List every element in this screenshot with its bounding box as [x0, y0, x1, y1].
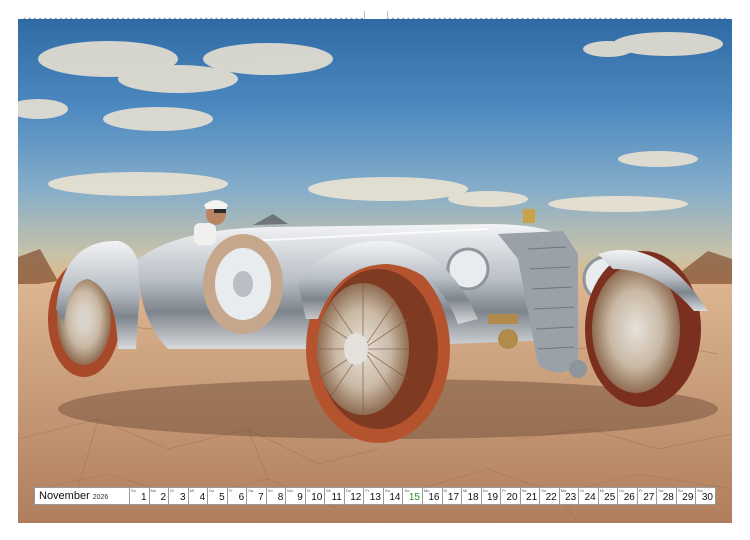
day-cell: Di 17 [442, 487, 463, 505]
day-cell: Fr 20 [501, 487, 521, 505]
day-weekday: So [267, 488, 273, 493]
day-number: 14 [389, 492, 401, 503]
day-number: 21 [526, 492, 538, 503]
day-cell: Mi 4 [188, 487, 209, 505]
day-cell: Mi 18 [462, 487, 482, 505]
day-cell: Di 10 [305, 487, 326, 505]
day-number: 20 [506, 492, 518, 503]
day-number: 26 [623, 492, 635, 503]
day-cell: Sa 21 [520, 487, 541, 505]
day-cell: So 1 [130, 487, 150, 505]
day-number: 2 [160, 492, 167, 503]
day-number: 16 [428, 492, 440, 503]
day-cell: Sa 28 [657, 487, 677, 505]
month-name: November [39, 490, 90, 502]
calendar-page: November 2026 So 1 Mo 2 Di 3 Mi 4 Do 5 Fr 6 Sa 7 So 8 Mo… [0, 0, 750, 540]
day-number: 29 [682, 492, 694, 503]
day-number: 23 [565, 492, 577, 503]
day-cell: Fr 13 [364, 487, 384, 505]
calendar-photo [18, 19, 732, 523]
day-weekday: Di [306, 488, 311, 493]
day-cell: So 15 [403, 487, 423, 505]
day-number: 6 [238, 492, 245, 503]
day-number: 5 [219, 492, 225, 503]
month-year: 2026 [92, 493, 109, 501]
day-number: 4 [199, 492, 206, 503]
day-cell: So 22 [540, 487, 560, 505]
day-number: 25 [604, 492, 616, 503]
day-weekday: Di [580, 488, 584, 493]
day-cells: So 1 Mo 2 Di 3 Mi 4 Do 5 Fr 6 Sa 7 So 8 Mo 9 Di 10 Mi 11 Do 12 F… [130, 487, 716, 505]
calendar-strip: November 2026 So 1 Mo 2 Di 3 Mi 4 Do 5 Fr 6 Sa 7 So 8 Mo… [34, 487, 716, 505]
day-cell: Mo 30 [696, 487, 716, 505]
day-cell: Do 12 [344, 487, 365, 505]
day-cell: Sa 7 [247, 487, 267, 505]
day-cell: Sa 14 [383, 487, 404, 505]
day-cell: Do 26 [618, 487, 638, 505]
day-cell: So 8 [266, 487, 287, 505]
day-cell: Do 5 [208, 487, 228, 505]
day-weekday: Di [443, 488, 448, 493]
day-number: 15 [408, 492, 420, 503]
day-number: 10 [311, 492, 323, 503]
day-cell: Di 3 [169, 487, 189, 505]
day-number: 28 [662, 492, 674, 503]
day-weekday: Sa [248, 488, 254, 493]
day-cell: Mo 2 [149, 487, 170, 505]
day-cell: Do 19 [481, 487, 502, 505]
day-number: 8 [277, 492, 284, 503]
day-cell: Fr 6 [227, 487, 248, 505]
day-weekday: Fr [638, 488, 643, 493]
day-number: 18 [467, 492, 479, 503]
day-weekday: Mi [326, 488, 331, 493]
day-number: 9 [297, 492, 303, 503]
day-number: 7 [258, 492, 264, 503]
day-number: 22 [545, 492, 557, 503]
month-label: November 2026 [34, 487, 130, 505]
day-cell: Mo 16 [422, 487, 443, 505]
day-cell: Mi 25 [598, 487, 619, 505]
day-weekday: So [131, 488, 136, 493]
day-weekday: Di [170, 488, 174, 493]
day-cell: Mo 9 [286, 487, 306, 505]
day-cell: Fr 27 [637, 487, 658, 505]
day-weekday: Mo [150, 488, 157, 493]
day-number: 30 [701, 492, 713, 503]
vintage-car-scene [18, 32, 732, 523]
day-number: 17 [447, 492, 460, 503]
day-number: 1 [140, 492, 147, 503]
day-number: 11 [331, 492, 342, 503]
day-number: 13 [369, 492, 381, 503]
day-weekday: Do [209, 488, 215, 493]
day-weekday: Fr [502, 488, 506, 493]
front-right-wheel [585, 251, 701, 407]
day-cell: Di 24 [579, 487, 599, 505]
day-weekday: Mi [189, 488, 194, 493]
day-number: 24 [584, 492, 596, 503]
day-weekday: Mo [287, 488, 293, 493]
day-weekday: Fr [365, 488, 370, 493]
day-number: 12 [350, 492, 362, 503]
day-cell: Mi 11 [325, 487, 345, 505]
clouds [18, 32, 723, 212]
day-cell: So 29 [676, 487, 697, 505]
day-number: 3 [180, 492, 186, 503]
day-weekday: Fr [228, 488, 233, 493]
day-number: 19 [486, 492, 499, 503]
day-cell: Mo 23 [559, 487, 580, 505]
day-number: 27 [643, 492, 655, 503]
